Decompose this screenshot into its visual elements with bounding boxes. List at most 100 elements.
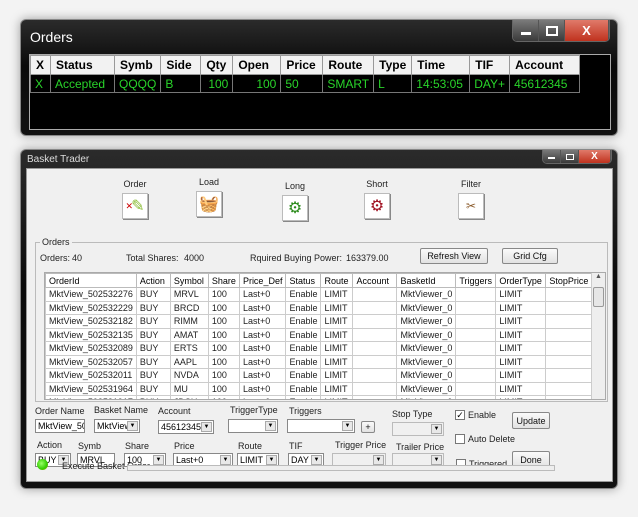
- basket-row[interactable]: MktView_502532276 BUY MRVL 100 Last+0 Enable L…: [45, 287, 597, 302]
- orders-col-header[interactable]: Route: [322, 55, 375, 75]
- chevron-down-icon[interactable]: ▼: [373, 455, 384, 465]
- toolbar-short-button[interactable]: Short ⚙: [357, 179, 397, 219]
- stop-type-select[interactable]: ▼: [392, 422, 444, 436]
- basket-col-header[interactable]: Route: [320, 273, 354, 288]
- close-button[interactable]: X: [579, 150, 611, 163]
- basket-row[interactable]: MktView_502531964 BUY MU 100 Last+0 Enable LIM…: [45, 381, 597, 396]
- basket-cell: LIMIT: [495, 341, 547, 356]
- basket-cell: [352, 368, 398, 383]
- basket-col-header[interactable]: Symbol: [169, 273, 209, 288]
- trigger-type-select[interactable]: ▼: [228, 419, 278, 433]
- basket-window-title: Basket Trader: [27, 154, 90, 165]
- basket-cell: Enable: [285, 314, 322, 329]
- grid-cfg-button[interactable]: Grid Cfg: [502, 248, 558, 264]
- minimize-button[interactable]: [513, 20, 539, 41]
- basket-col-header[interactable]: Share: [207, 273, 240, 288]
- basket-orders-grid[interactable]: OrderId Action Symbol Share Price_Def Status R…: [44, 272, 606, 400]
- basket-row[interactable]: MktView_502532089 BUY ERTS 100 Last+0 Enable L…: [45, 341, 597, 356]
- chevron-down-icon[interactable]: ▼: [266, 455, 277, 465]
- orders-col-header[interactable]: Time: [411, 55, 471, 75]
- basket-cell: 100: [207, 395, 240, 399]
- basket-col-header[interactable]: OrderType: [495, 273, 547, 288]
- basket-cell: LIMIT: [320, 341, 354, 356]
- basket-row[interactable]: MktView_502532182 BUY RIMM 100 Last+0 Enable L…: [45, 314, 597, 329]
- auto-delete-checkbox[interactable]: [455, 434, 465, 444]
- basket-col-header[interactable]: Price_Def: [238, 273, 287, 288]
- basket-cell: MktViewer_0: [396, 354, 457, 369]
- toolbar-filter-label: Filter: [461, 179, 481, 189]
- enable-checkbox[interactable]: ✓: [455, 410, 465, 420]
- minimize-button[interactable]: [543, 150, 561, 163]
- add-trigger-button[interactable]: +: [361, 421, 375, 433]
- basket-client-area: Order ✕ ✎ Load 🧺 Long ⚙ Short ⚙ Filter ✂ …: [26, 168, 613, 482]
- chevron-down-icon[interactable]: ▼: [431, 424, 442, 434]
- orders-col-header[interactable]: Qty: [200, 55, 234, 75]
- update-button[interactable]: Update: [512, 412, 550, 429]
- maximize-button[interactable]: [539, 20, 565, 41]
- orders-col-header[interactable]: Type: [373, 55, 413, 75]
- orders-col-header[interactable]: X: [30, 55, 51, 75]
- basket-cell: BUY: [135, 341, 171, 356]
- chevron-down-icon[interactable]: ▼: [342, 421, 353, 431]
- account-value: 45612345: [161, 422, 202, 432]
- basket-col-header[interactable]: OrderId: [45, 273, 137, 288]
- symb-label: Symb: [78, 441, 102, 451]
- basket-col-header[interactable]: Action: [135, 273, 171, 288]
- maximize-button[interactable]: [561, 150, 579, 163]
- basket-cell: LIMIT: [495, 381, 547, 396]
- order-name-input[interactable]: MktView_502: [35, 419, 85, 433]
- toolbar-order-button[interactable]: Order ✕ ✎: [115, 179, 155, 219]
- basket-row[interactable]: MktView_502532057 BUY AAPL 100 Last+0 Enable L…: [45, 354, 597, 369]
- basket-row[interactable]: MktView_502531917BUYJDSU100Last+0EnableL…: [45, 395, 597, 399]
- chevron-down-icon[interactable]: ▼: [265, 421, 276, 431]
- basket-col-header[interactable]: Account: [352, 273, 398, 288]
- orders-col-header[interactable]: Price: [280, 55, 324, 75]
- scroll-up-icon[interactable]: ▲: [592, 273, 605, 285]
- basket-col-header[interactable]: BasketId: [396, 273, 457, 288]
- basket-cell: MktView_502532276: [45, 287, 137, 302]
- basket-cell: LIMIT: [320, 300, 354, 315]
- orders-count-value: 40: [72, 253, 83, 263]
- basket-cell: [352, 314, 398, 329]
- chevron-down-icon[interactable]: ▼: [201, 422, 212, 432]
- triggers-select[interactable]: ▼: [287, 419, 355, 433]
- toolbar-long-button[interactable]: Long ⚙: [275, 181, 315, 221]
- orders-col-header[interactable]: Symb: [113, 55, 162, 75]
- basket-cell: Enable: [285, 395, 322, 399]
- chevron-down-icon[interactable]: ▼: [220, 455, 231, 465]
- basket-row[interactable]: MktView_502532011 BUY NVDA 100 Last+0 Enable L…: [45, 368, 597, 383]
- refresh-view-button[interactable]: Refresh View: [420, 248, 488, 264]
- orders-row[interactable]: X Accepted QQQQ B 100 100 50 SMART L 14:53:05 DAY+…: [30, 74, 581, 93]
- orders-grid[interactable]: X Status Symb Side Qty Open Price Route Type Time…: [29, 54, 611, 130]
- basket-cell: MktView_502532135: [45, 327, 137, 342]
- orders-cell: QQQQ: [113, 74, 162, 93]
- share-label: Share: [125, 441, 150, 451]
- basket-row[interactable]: MktView_502532229 BUY BRCD 100 Last+0 Enable L…: [45, 300, 597, 315]
- chevron-down-icon[interactable]: ▼: [431, 455, 442, 465]
- basket-grid-header: OrderId Action Symbol Share Price_Def Status R…: [45, 273, 597, 288]
- chevron-down-icon[interactable]: ▼: [127, 421, 138, 431]
- orders-grid-header: X Status Symb Side Qty Open Price Route Type Time…: [30, 55, 581, 75]
- toolbar-filter-button[interactable]: Filter ✂: [451, 179, 491, 219]
- orders-cell: B: [160, 74, 202, 93]
- basket-icon: 🧺: [196, 191, 222, 217]
- chevron-down-icon[interactable]: ▼: [311, 455, 322, 465]
- orders-col-header[interactable]: Open: [232, 55, 282, 75]
- basket-cell: MktViewer_0: [396, 368, 457, 383]
- chevron-down-icon[interactable]: ▼: [153, 455, 164, 465]
- basket-col-header[interactable]: StopPrice: [545, 273, 597, 288]
- orders-col-header[interactable]: Account: [509, 55, 581, 75]
- basket-col-header[interactable]: Status: [285, 273, 322, 288]
- basket-cell: 100: [207, 341, 240, 356]
- orders-col-header[interactable]: TIF: [469, 55, 511, 75]
- close-button[interactable]: X: [565, 20, 609, 41]
- basket-row[interactable]: MktView_502532135 BUY AMAT 100 Last+0 Enable L…: [45, 327, 597, 342]
- basket-col-header[interactable]: Triggers: [455, 273, 497, 288]
- scroll-thumb[interactable]: [593, 287, 604, 307]
- grid-vertical-scrollbar[interactable]: ▲: [591, 273, 605, 399]
- account-select[interactable]: 45612345 ▼: [158, 420, 214, 434]
- orders-col-header[interactable]: Side: [160, 55, 202, 75]
- orders-col-header[interactable]: Status: [50, 55, 115, 75]
- toolbar-load-button[interactable]: Load 🧺: [189, 177, 229, 217]
- basket-name-select[interactable]: MktView ▼: [94, 419, 140, 433]
